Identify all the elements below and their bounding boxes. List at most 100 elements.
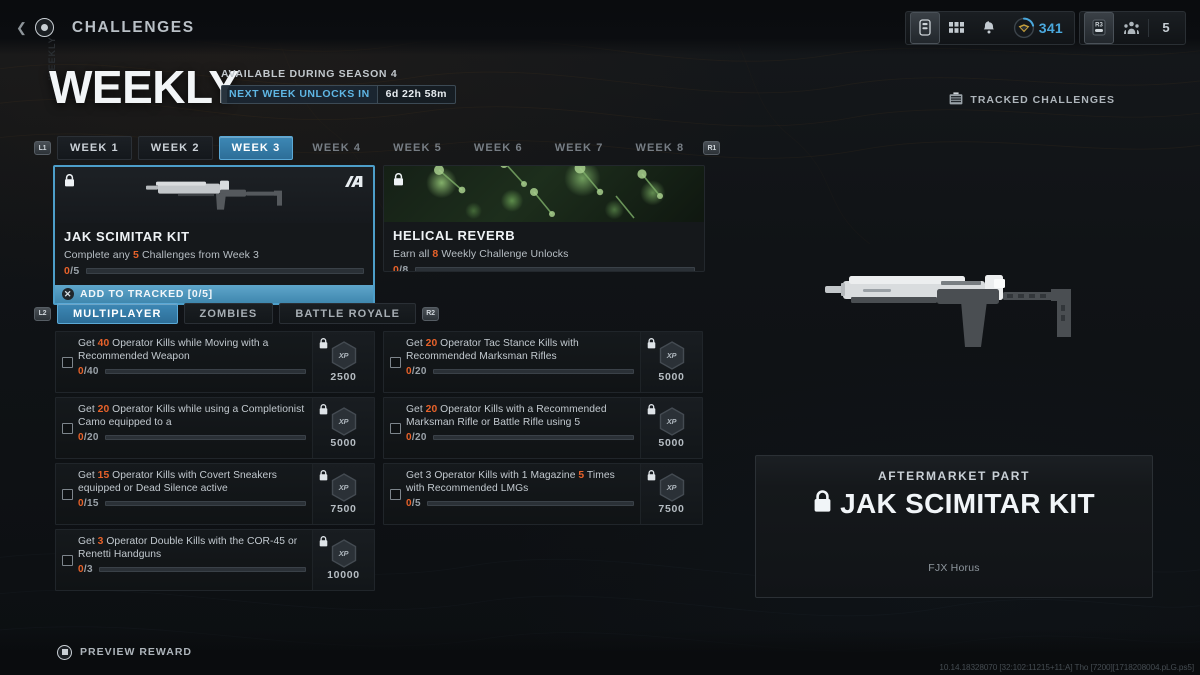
challenge-checkbox-cell[interactable] xyxy=(56,332,78,392)
challenges-screen: ❮ CHALLENGES 341 R3 5 WEEKLY WEEKLY AVAI… xyxy=(0,0,1200,675)
challenge-checkbox[interactable] xyxy=(61,554,73,566)
preview-reward-button[interactable]: PREVIEW REWARD xyxy=(57,644,193,660)
week-tab-3[interactable]: WEEK 3 xyxy=(218,136,294,160)
challenge-description: Get 40 Operator Kills while Moving with … xyxy=(78,338,269,362)
chevron-left-icon: ❮ xyxy=(16,20,27,35)
reward-card-description: Complete any 5 Challenges from Week 3 xyxy=(64,249,259,261)
battery-icon[interactable] xyxy=(909,11,940,44)
notification-bell-icon[interactable] xyxy=(974,13,1004,43)
xp-label: XP xyxy=(666,351,677,360)
lock-icon xyxy=(393,173,404,191)
week-tab-1[interactable]: WEEK 1 xyxy=(57,136,132,160)
challenge-progress: 0/40 xyxy=(78,366,306,377)
challenge-checkbox-cell[interactable] xyxy=(384,332,406,392)
page-heading: WEEKLY xyxy=(49,61,239,113)
challenge-checkbox-cell[interactable] xyxy=(384,464,406,524)
circle-button-icon[interactable] xyxy=(34,18,54,37)
challenge-reward: XP 2500 xyxy=(312,332,374,392)
week-tab-8[interactable]: WEEK 8 xyxy=(622,136,697,160)
back-navigation[interactable]: ❮ CHALLENGES xyxy=(0,18,195,37)
challenge-description: Get 3 Operator Double Kills with the COR… xyxy=(78,536,298,560)
r2-bumper-icon[interactable]: R2 xyxy=(422,306,440,321)
tab-multiplayer[interactable]: MULTIPLAYER xyxy=(57,303,178,324)
rank-emblem[interactable]: 341 xyxy=(1006,13,1070,43)
tracked-challenges-button[interactable]: TRACKED CHALLENGES xyxy=(949,92,1115,108)
reward-detail-panel: AFTERMARKET PART JAK SCIMITAR KIT FJX Ho… xyxy=(755,165,1153,598)
party-members-icon[interactable] xyxy=(1116,13,1146,43)
reward-card-helical-reverb[interactable]: HELICAL REVERB Earn all 8 Weekly Challen… xyxy=(383,165,705,272)
week-tab-5[interactable]: WEEK 5 xyxy=(380,136,455,160)
challenge-reward-value: 7500 xyxy=(330,503,357,515)
challenge-checkbox[interactable] xyxy=(389,422,401,434)
aftermarket-part-card: AFTERMARKET PART JAK SCIMITAR KIT FJX Ho… xyxy=(755,455,1153,598)
challenge-checkbox-cell[interactable] xyxy=(384,398,406,458)
availability-text: AVAILABLE DURING SEASON 4 xyxy=(221,68,398,80)
week-tab-2[interactable]: WEEK 2 xyxy=(137,136,213,160)
grid-menu-icon[interactable] xyxy=(942,13,972,43)
weapon-preview-stage xyxy=(755,165,1153,455)
reward-card-jak-scimitar-kit[interactable]: JAK SCIMITAR KIT Complete any 5 Challeng… xyxy=(53,165,375,305)
challenge-checkbox[interactable] xyxy=(61,356,73,368)
week-tab-4[interactable]: WEEK 4 xyxy=(299,136,374,160)
challenge-row[interactable]: Get 20 Operator Kills while using a Comp… xyxy=(55,397,375,459)
challenge-checkbox[interactable] xyxy=(61,422,73,434)
lock-icon xyxy=(319,402,328,420)
reward-card-row: JAK SCIMITAR KIT Complete any 5 Challeng… xyxy=(53,165,705,305)
week-tab-7[interactable]: WEEK 7 xyxy=(542,136,617,160)
x-button-icon: ✕ xyxy=(62,288,74,300)
weapon-thumbnail xyxy=(146,180,282,210)
reward-card-title: JAK SCIMITAR KIT xyxy=(64,229,190,244)
xp-label: XP xyxy=(666,483,677,492)
challenge-row[interactable]: Get 40 Operator Kills while Moving with … xyxy=(55,331,375,393)
challenge-progress-text: 0/15 xyxy=(78,498,99,510)
week-tab-6[interactable]: WEEK 6 xyxy=(461,136,536,160)
challenge-row[interactable]: Get 20 Operator Kills with a Recommended… xyxy=(383,397,703,459)
lock-icon xyxy=(319,468,328,486)
challenge-progress: 0/3 xyxy=(78,564,306,575)
mode-tab-bar: L2 MULTIPLAYER ZOMBIES BATTLE ROYALE R2 xyxy=(34,303,440,324)
status-divider xyxy=(1148,18,1149,37)
tab-zombies[interactable]: ZOMBIES xyxy=(183,303,274,324)
challenge-checkbox[interactable] xyxy=(389,356,401,368)
weapon-name: FJX Horus xyxy=(928,562,980,574)
l1-bumper-icon[interactable]: L1 xyxy=(34,141,51,155)
aftermarket-part-kicker: AFTERMARKET PART xyxy=(877,469,1031,483)
l2-bumper-icon[interactable]: L2 xyxy=(34,306,51,321)
r3-stick-icon[interactable]: R3 xyxy=(1084,11,1114,44)
preview-reward-label: PREVIEW REWARD xyxy=(80,646,193,658)
xp-label: XP xyxy=(338,351,349,360)
timer-value: 6d 22h 58m xyxy=(376,85,455,103)
challenge-row[interactable]: Get 20 Operator Tac Stance Kills with Re… xyxy=(383,331,703,393)
reward-card-title: HELICAL REVERB xyxy=(393,228,516,243)
helical-pattern xyxy=(434,166,663,219)
tab-battle-royale[interactable]: BATTLE ROYALE xyxy=(279,303,417,324)
challenge-description: Get 15 Operator Kills with Covert Sneake… xyxy=(78,470,277,494)
challenge-description: Get 3 Operator Kills with 1 Magazine 5 T… xyxy=(406,470,615,494)
challenge-checkbox-cell[interactable] xyxy=(56,464,78,524)
reward-progress-bar xyxy=(85,268,364,274)
xp-label: XP xyxy=(338,483,349,492)
build-version-string: 10.14.18328070 [32:102:11215+11:A] Tho [… xyxy=(939,663,1194,672)
challenge-checkbox[interactable] xyxy=(61,488,73,500)
add-to-tracked-button[interactable]: ✕ ADD TO TRACKED [0/5] xyxy=(55,285,373,303)
challenge-progress-bar xyxy=(104,369,306,375)
challenge-reward: XP 5000 xyxy=(640,398,702,458)
challenge-row[interactable]: Get 3 Operator Kills with 1 Magazine 5 T… xyxy=(383,463,703,525)
xp-badge-icon: XP xyxy=(331,341,357,370)
challenge-checkbox[interactable] xyxy=(389,488,401,500)
challenge-checkbox-cell[interactable] xyxy=(56,398,78,458)
challenge-reward: XP 10000 xyxy=(312,530,374,590)
challenge-reward-value: 5000 xyxy=(330,437,357,449)
challenge-row[interactable]: Get 15 Operator Kills with Covert Sneake… xyxy=(55,463,375,525)
xp-badge-icon: XP xyxy=(659,341,685,370)
challenge-progress: 0/20 xyxy=(78,432,306,443)
challenge-progress-bar xyxy=(98,567,306,573)
reward-progress-text: 0/5 xyxy=(64,265,80,277)
challenge-row[interactable]: Get 3 Operator Double Kills with the COR… xyxy=(55,529,375,591)
challenge-progress-bar xyxy=(432,369,634,375)
challenge-reward: XP 5000 xyxy=(640,332,702,392)
aftermarket-part-title-row: JAK SCIMITAR KIT xyxy=(813,490,1095,518)
challenge-checkbox-cell[interactable] xyxy=(56,530,78,590)
status-box-left: 341 xyxy=(904,10,1075,45)
r1-bumper-icon[interactable]: R1 xyxy=(703,141,721,155)
